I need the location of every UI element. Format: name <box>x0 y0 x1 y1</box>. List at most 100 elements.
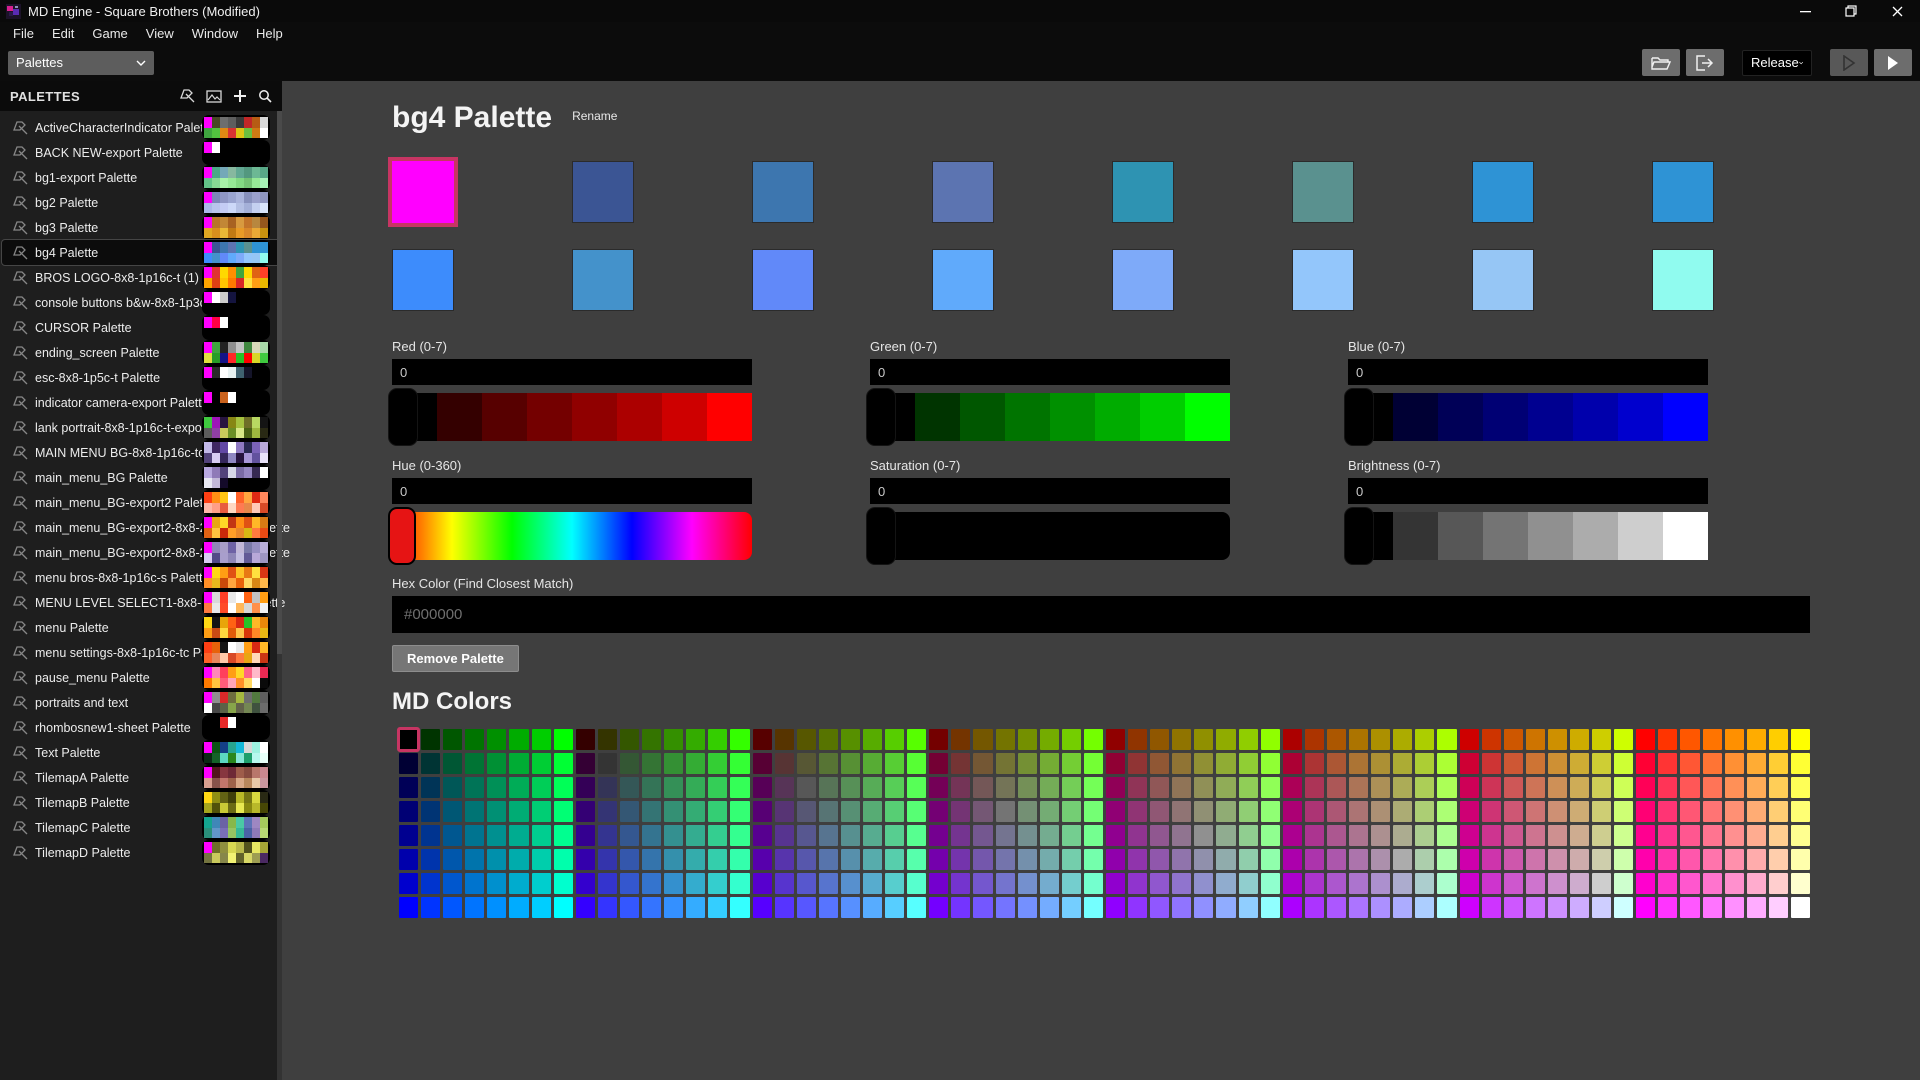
md-color-cell[interactable] <box>1592 849 1611 870</box>
md-color-cell[interactable] <box>620 729 639 750</box>
md-color-cell[interactable] <box>819 849 838 870</box>
md-color-cell[interactable] <box>841 873 860 894</box>
sidebar-scrollbar[interactable] <box>277 111 282 1080</box>
md-color-cell[interactable] <box>1703 897 1722 918</box>
md-color-cell[interactable] <box>1548 801 1567 822</box>
md-color-cell[interactable] <box>1636 825 1655 846</box>
md-color-cell[interactable] <box>1415 777 1434 798</box>
md-color-cell[interactable] <box>1526 777 1545 798</box>
md-color-cell[interactable] <box>1548 753 1567 774</box>
md-color-cell[interactable] <box>465 825 484 846</box>
md-color-cell[interactable] <box>509 729 528 750</box>
md-color-cell[interactable] <box>1415 849 1434 870</box>
md-color-cell[interactable] <box>1216 801 1235 822</box>
md-color-cell[interactable] <box>753 849 772 870</box>
md-color-cell[interactable] <box>1283 729 1302 750</box>
md-color-cell[interactable] <box>532 873 551 894</box>
md-color-cell[interactable] <box>664 825 683 846</box>
md-color-cell[interactable] <box>1415 873 1434 894</box>
md-color-cell[interactable] <box>554 897 573 918</box>
md-color-cell[interactable] <box>1128 873 1147 894</box>
md-color-cell[interactable] <box>664 873 683 894</box>
md-color-cell[interactable] <box>819 825 838 846</box>
md-color-cell[interactable] <box>1084 729 1103 750</box>
md-color-cell[interactable] <box>487 897 506 918</box>
md-color-cell[interactable] <box>775 825 794 846</box>
md-color-cell[interactable] <box>509 849 528 870</box>
md-color-cell[interactable] <box>819 897 838 918</box>
md-color-cell[interactable] <box>775 897 794 918</box>
slider-bar-saturation[interactable] <box>870 512 1230 560</box>
slider-handle-brightness[interactable] <box>1344 507 1374 565</box>
md-color-cell[interactable] <box>730 729 749 750</box>
palette-color-swatch[interactable] <box>752 161 814 223</box>
md-color-cell[interactable] <box>465 801 484 822</box>
md-color-cell[interactable] <box>1261 897 1280 918</box>
md-color-cell[interactable] <box>443 873 462 894</box>
md-color-cell[interactable] <box>1018 849 1037 870</box>
md-color-cell[interactable] <box>465 729 484 750</box>
md-color-cell[interactable] <box>1570 897 1589 918</box>
md-color-cell[interactable] <box>1725 801 1744 822</box>
md-color-cell[interactable] <box>708 801 727 822</box>
md-color-cell[interactable] <box>443 825 462 846</box>
md-color-cell[interactable] <box>1636 801 1655 822</box>
slider-handle-blue[interactable] <box>1344 388 1374 446</box>
palette-list-item[interactable]: pause_menu Palette <box>2 665 280 690</box>
md-color-cell[interactable] <box>686 729 705 750</box>
md-color-cell[interactable] <box>1150 897 1169 918</box>
md-color-cell[interactable] <box>1570 753 1589 774</box>
md-color-cell[interactable] <box>1283 873 1302 894</box>
palette-list-item[interactable]: bg2 Palette <box>2 190 280 215</box>
slider-value-input-brightness[interactable] <box>1348 478 1708 504</box>
palette-color-swatch[interactable] <box>1112 161 1174 223</box>
md-color-cell[interactable] <box>1283 825 1302 846</box>
md-color-cell[interactable] <box>1106 849 1125 870</box>
md-color-cell[interactable] <box>399 897 418 918</box>
md-color-cell[interactable] <box>509 801 528 822</box>
md-color-cell[interactable] <box>1239 897 1258 918</box>
md-color-cell[interactable] <box>1680 729 1699 750</box>
md-color-cell[interactable] <box>1482 729 1501 750</box>
menu-item-file[interactable]: File <box>4 22 43 44</box>
md-color-cell[interactable] <box>1283 897 1302 918</box>
md-color-cell[interactable] <box>1150 777 1169 798</box>
md-color-cell[interactable] <box>1769 873 1788 894</box>
palette-list-item[interactable]: bg1-export Palette <box>2 165 280 190</box>
search-icon[interactable] <box>258 89 272 103</box>
add-palette-icon[interactable] <box>233 89 247 103</box>
md-color-cell[interactable] <box>1128 897 1147 918</box>
palette-list-item[interactable]: TilemapB Palette <box>2 790 280 815</box>
md-color-cell[interactable] <box>399 825 418 846</box>
md-color-cell[interactable] <box>1769 897 1788 918</box>
md-color-cell[interactable] <box>1261 777 1280 798</box>
md-color-cell[interactable] <box>1393 729 1412 750</box>
md-color-cell[interactable] <box>1636 777 1655 798</box>
md-color-cell[interactable] <box>1239 753 1258 774</box>
md-color-cell[interactable] <box>1172 801 1191 822</box>
palette-color-swatch[interactable] <box>572 161 634 223</box>
md-color-cell[interactable] <box>620 873 639 894</box>
palette-list-item[interactable]: menu bros-8x8-1p16c-s Palette <box>2 565 280 590</box>
md-color-cell[interactable] <box>1504 849 1523 870</box>
md-color-cell[interactable] <box>1261 849 1280 870</box>
palette-list-item[interactable]: MAIN MENU BG-8x8-1p16c-tc Palette <box>2 440 280 465</box>
md-color-cell[interactable] <box>1747 897 1766 918</box>
md-color-cell[interactable] <box>1040 873 1059 894</box>
md-color-cell[interactable] <box>885 825 904 846</box>
md-color-cell[interactable] <box>1393 753 1412 774</box>
md-color-cell[interactable] <box>973 777 992 798</box>
md-color-cell[interactable] <box>775 849 794 870</box>
palette-list-item[interactable]: TilemapA Palette <box>2 765 280 790</box>
md-color-cell[interactable] <box>708 729 727 750</box>
md-color-cell[interactable] <box>1194 849 1213 870</box>
md-color-cell[interactable] <box>1437 801 1456 822</box>
md-color-cell[interactable] <box>907 825 926 846</box>
md-color-cell[interactable] <box>1548 897 1567 918</box>
md-color-cell[interactable] <box>1261 801 1280 822</box>
md-color-cell[interactable] <box>1725 897 1744 918</box>
md-color-cell[interactable] <box>1504 897 1523 918</box>
md-color-cell[interactable] <box>1239 777 1258 798</box>
md-color-cell[interactable] <box>443 729 462 750</box>
md-color-cell[interactable] <box>1570 825 1589 846</box>
